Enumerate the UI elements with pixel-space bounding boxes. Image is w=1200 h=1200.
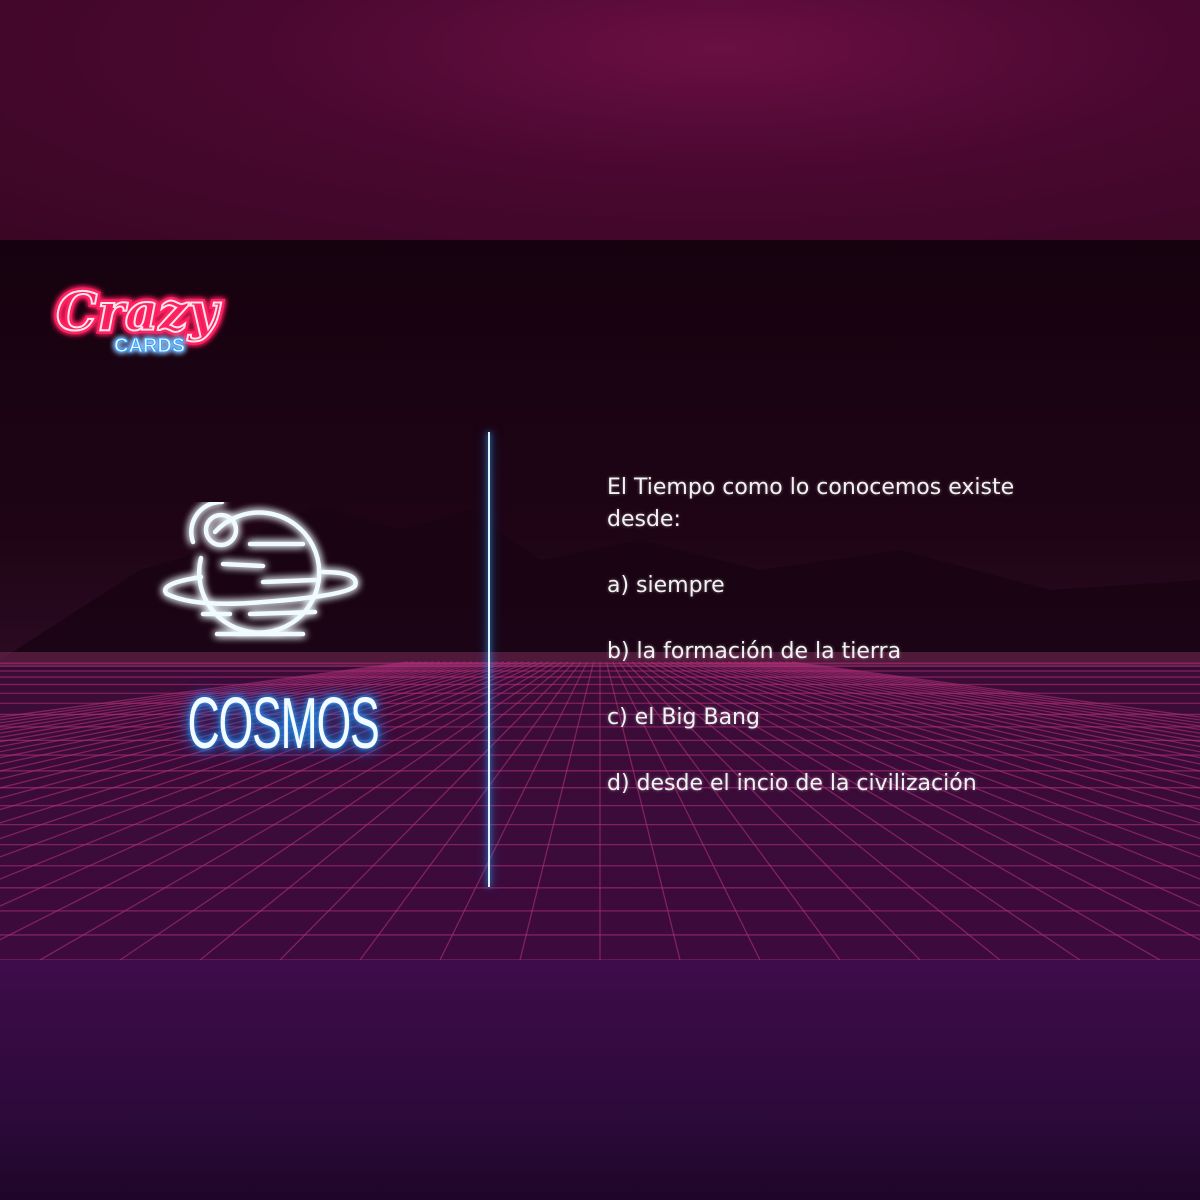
answer-option-c[interactable]: c) el Big Bang <box>607 702 1057 734</box>
question-card: Crazy Crazy CARDS COSMOS El Tiempo como … <box>0 240 1200 960</box>
grid-line-vertical <box>359 661 582 960</box>
bottom-background-band <box>0 960 1200 1200</box>
answer-option-b[interactable]: b) la formación de la tierra <box>607 636 1057 668</box>
category-label: COSMOS <box>187 684 380 764</box>
top-background-band <box>0 0 1200 240</box>
crazy-cards-logo: Crazy Crazy CARDS <box>53 279 226 358</box>
logo-cards-text: CARDS <box>114 335 185 357</box>
answer-option-d[interactable]: d) desde el incio de la civilización <box>607 768 1057 800</box>
svg-text:Crazy: Crazy <box>56 282 222 343</box>
question-text: El Tiempo como lo conocemos existe desde… <box>607 475 1015 532</box>
question-panel: El Tiempo como lo conocemos existe desde… <box>607 472 1057 800</box>
planet-icon <box>163 502 358 637</box>
answer-option-a[interactable]: a) siempre <box>607 570 1057 602</box>
vertical-divider <box>488 432 490 887</box>
